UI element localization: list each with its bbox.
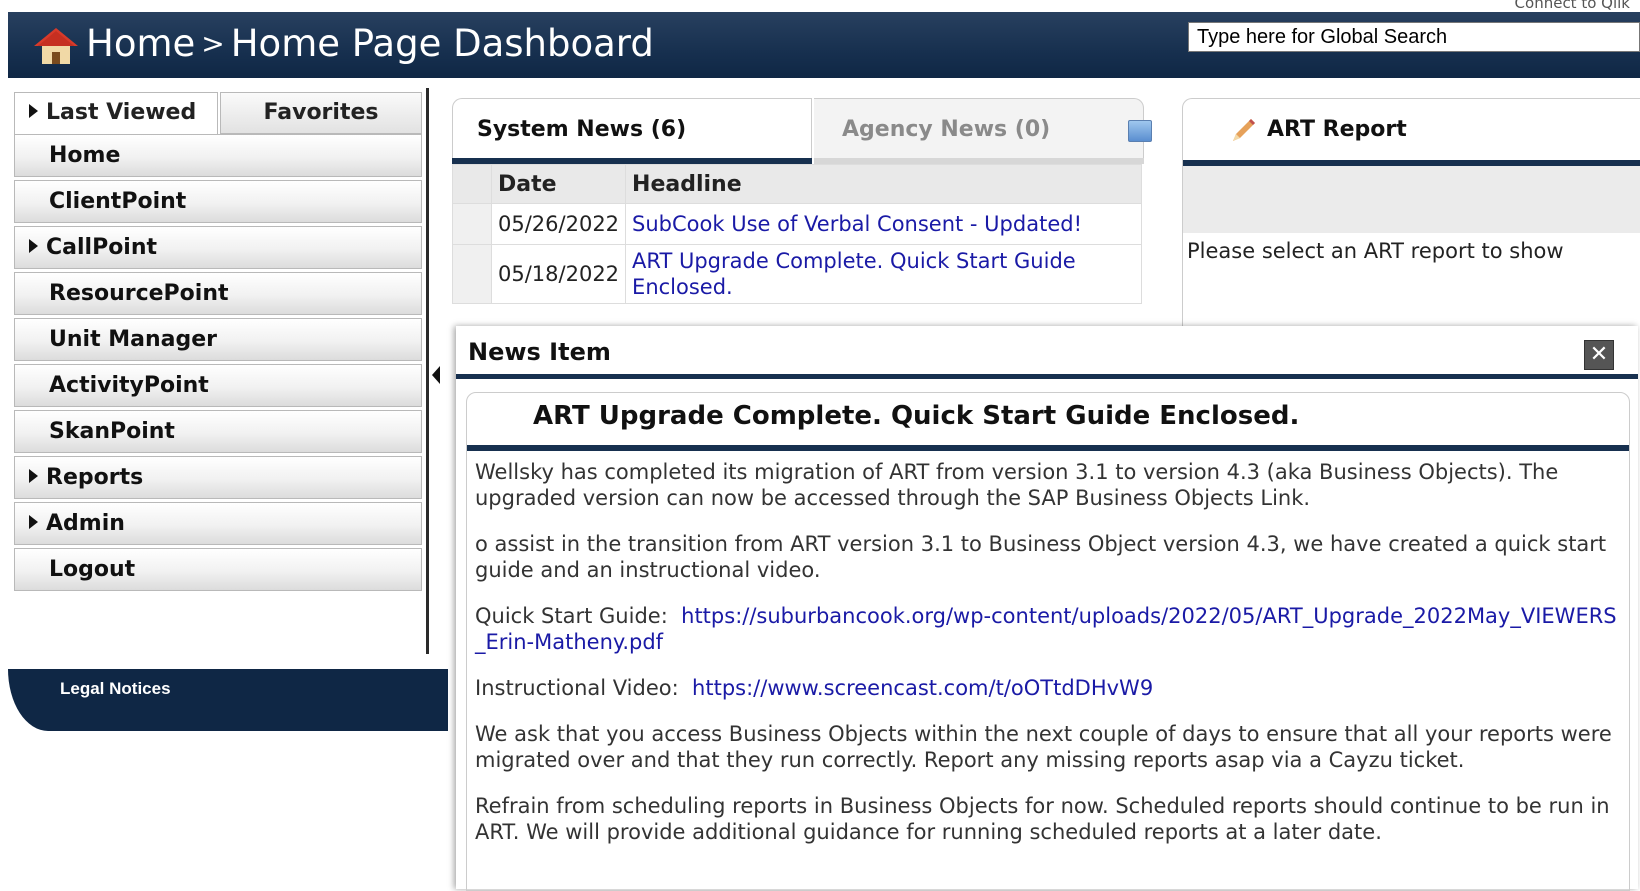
column-header-date[interactable]: Date (490, 164, 627, 204)
news-date: 05/26/2022 (490, 203, 627, 245)
sidebar-item-unit-manager[interactable]: Unit Manager (14, 318, 422, 361)
breadcrumb-root[interactable]: Home (86, 22, 195, 65)
table-header-row: Date Headline (452, 164, 1142, 204)
news-item-content: ART Upgrade Complete. Quick Start Guide … (466, 392, 1630, 891)
quick-start-paragraph: Quick Start Guide: https://suburbancook.… (475, 603, 1625, 655)
breadcrumb: Home > Home Page Dashboard (86, 22, 654, 65)
news-date: 05/18/2022 (490, 244, 627, 304)
sidebar-item-skanpoint[interactable]: SkanPoint (14, 410, 422, 453)
news-paragraph: Refrain from scheduling reports in Busin… (475, 794, 1610, 844)
art-report-title: ART Report (1267, 117, 1407, 142)
art-report-toolbar (1183, 166, 1640, 233)
connect-qlik-link[interactable]: Connect to Qlik (1515, 0, 1630, 12)
sidebar-item-admin[interactable]: Admin (14, 502, 422, 545)
tab-label: Favorites (263, 100, 379, 125)
news-headline-cell: ART Upgrade Complete. Quick Start Guide … (625, 244, 1142, 304)
global-search-input[interactable] (1188, 22, 1640, 52)
sidebar-item-activitypoint[interactable]: ActivityPoint (14, 364, 422, 407)
sidebar-item-label: SkanPoint (49, 419, 175, 444)
dialog-title-bar (456, 374, 1638, 379)
news-item-body: Wellsky has completed its migration of A… (475, 459, 1625, 865)
sidebar-item-label: Unit Manager (49, 327, 218, 352)
news-headline-link[interactable]: ART Upgrade Complete. Quick Start Guide … (632, 249, 1076, 299)
breadcrumb-separator: > (201, 27, 225, 60)
sidebar-item-label: Home (49, 143, 121, 168)
news-headline-cell: SubCook Use of Verbal Consent - Updated! (625, 203, 1142, 245)
sidebar-item-label: Logout (49, 557, 136, 582)
row-gutter (452, 244, 492, 304)
expand-triangle-icon (29, 104, 38, 118)
news-paragraph: We ask that you access Business Objects … (475, 722, 1612, 772)
sidebar-item-logout[interactable]: Logout (14, 548, 422, 591)
rss-feed-icon[interactable] (1128, 120, 1152, 142)
news-paragraph: Wellsky has completed its migration of A… (475, 460, 1559, 510)
row-gutter (452, 203, 492, 245)
sidebar-item-clientpoint[interactable]: ClientPoint (14, 180, 422, 223)
tab-agency-news[interactable]: Agency News (0) (814, 98, 1144, 160)
legal-notices-link[interactable]: Legal Notices (60, 679, 171, 699)
news-table: Date Headline 05/26/2022 SubCook Use of … (452, 164, 1142, 304)
news-panel: System News (6) Agency News (0) Date Hea… (452, 98, 1152, 328)
tab-favorites[interactable]: Favorites (220, 92, 422, 134)
sidebar-item-reports[interactable]: Reports (14, 456, 422, 499)
sidebar-item-callpoint[interactable]: CallPoint (14, 226, 422, 269)
collapse-sidebar-icon[interactable] (432, 366, 440, 384)
expand-triangle-icon (29, 515, 38, 529)
tab-label: Last Viewed (46, 100, 197, 125)
footer-bar: Legal Notices (8, 669, 448, 731)
sidebar-item-resourcepoint[interactable]: ResourcePoint (14, 272, 422, 315)
home-icon[interactable] (30, 26, 82, 66)
sidebar-item-label: Admin (46, 511, 125, 536)
headline-underline (467, 445, 1629, 451)
pencil-icon (1233, 119, 1255, 141)
sidebar-item-home[interactable]: Home (14, 134, 422, 177)
sidebar-item-label: CallPoint (46, 235, 158, 260)
gutter-header (452, 164, 492, 204)
quick-start-label: Quick Start Guide: (475, 604, 668, 628)
close-icon[interactable]: ✕ (1584, 340, 1614, 370)
video-paragraph: Instructional Video: https://www.screenc… (475, 675, 1625, 701)
instructional-video-link[interactable]: https://www.screencast.com/t/oOTtdDHvW9 (692, 676, 1153, 700)
table-row: 05/18/2022 ART Upgrade Complete. Quick S… (452, 244, 1142, 304)
news-item-dialog: News Item ✕ ART Upgrade Complete. Quick … (456, 326, 1638, 891)
table-row: 05/26/2022 SubCook Use of Verbal Consent… (452, 203, 1142, 245)
sidebar-tabs: Last Viewed Favorites (14, 92, 422, 134)
column-header-headline[interactable]: Headline (625, 164, 1142, 204)
news-paragraph: o assist in the transition from ART vers… (475, 532, 1607, 582)
video-label: Instructional Video: (475, 676, 679, 700)
sidebar-divider[interactable] (426, 88, 429, 654)
sidebar-item-label: ClientPoint (49, 189, 187, 214)
news-item-headline: ART Upgrade Complete. Quick Start Guide … (533, 401, 1300, 431)
art-report-message: Please select an ART report to show (1187, 239, 1564, 263)
page-title: Home Page Dashboard (230, 22, 654, 65)
top-strip: Connect to Qlik (0, 0, 1640, 12)
tab-system-news[interactable]: System News (6) (452, 98, 812, 160)
sidebar-item-label: ResourcePoint (49, 281, 229, 306)
sidebar-item-label: ActivityPoint (49, 373, 209, 398)
dialog-title: News Item (468, 338, 611, 366)
sidebar-item-label: Reports (46, 465, 144, 490)
tab-last-viewed[interactable]: Last Viewed (14, 92, 218, 134)
expand-triangle-icon (29, 239, 38, 253)
sidebar-nav: Home ClientPoint CallPoint ResourcePoint… (14, 134, 422, 594)
expand-triangle-icon (29, 469, 38, 483)
news-headline-link[interactable]: SubCook Use of Verbal Consent - Updated! (632, 212, 1082, 236)
